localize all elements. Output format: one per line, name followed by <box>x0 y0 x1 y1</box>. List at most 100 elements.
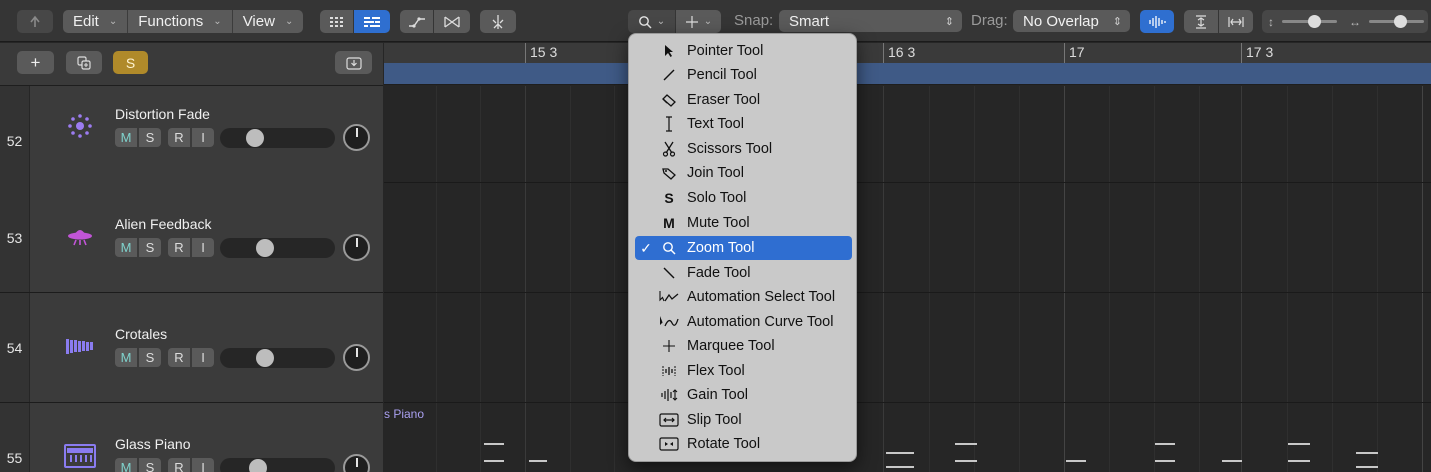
volume-fader[interactable] <box>220 458 335 472</box>
back-arrow-icon[interactable] <box>17 10 53 33</box>
solo-button[interactable]: S <box>139 238 161 257</box>
pan-knob[interactable] <box>343 454 370 472</box>
midi-note[interactable] <box>1356 452 1378 454</box>
solo-button[interactable]: S <box>139 458 161 472</box>
track-name[interactable]: Glass Piano <box>115 436 190 452</box>
track-row[interactable]: 54 Crotales M S R I <box>0 293 383 403</box>
track-number: 53 <box>0 183 30 292</box>
input-monitor-button[interactable]: I <box>192 128 214 147</box>
menu-item-automation-curve-tool[interactable]: Automation Curve Tool <box>635 310 852 334</box>
menu-item-fade-tool[interactable]: Fade Tool <box>635 261 852 285</box>
bar-ruler[interactable]: 15 3 16 3 17 17 3 <box>384 43 1431 63</box>
record-enable-button[interactable]: R <box>168 348 190 367</box>
record-enable-button[interactable]: R <box>168 238 190 257</box>
midi-note[interactable] <box>484 443 504 445</box>
track-name[interactable]: Crotales <box>115 326 167 342</box>
solo-button[interactable]: S <box>139 128 161 147</box>
track-row[interactable]: 55 Glass Piano M S R I <box>0 403 383 472</box>
track-name[interactable]: Distortion Fade <box>115 106 210 122</box>
horizontal-zoom-fit-button[interactable] <box>1219 10 1253 33</box>
menu-item-zoom-tool[interactable]: ✓ Zoom Tool <box>635 236 852 260</box>
vertical-zoom-slider[interactable] <box>1282 15 1337 28</box>
horizontal-zoom-icon: ↔ <box>1349 14 1361 29</box>
automation-button[interactable] <box>400 10 433 33</box>
solo-button[interactable]: S <box>139 348 161 367</box>
midi-note[interactable] <box>1155 443 1175 445</box>
midi-note[interactable] <box>886 466 914 468</box>
catch-content-button[interactable] <box>335 51 372 74</box>
menu-item-marquee-tool[interactable]: Marquee Tool <box>635 334 852 358</box>
duplicate-track-button[interactable] <box>66 51 102 74</box>
menu-item-join-tool[interactable]: Join Tool <box>635 161 852 185</box>
midi-note[interactable] <box>886 452 914 454</box>
cycle-area[interactable] <box>384 63 1431 85</box>
chevron-down-icon: ⌄ <box>656 16 666 27</box>
track-name[interactable]: Alien Feedback <box>115 216 212 232</box>
menu-item-scissors-tool[interactable]: Scissors Tool <box>635 137 852 161</box>
pan-knob[interactable] <box>343 344 370 371</box>
volume-fader[interactable] <box>220 128 335 148</box>
midi-note[interactable] <box>484 460 504 462</box>
menu-item-eraser-tool[interactable]: Eraser Tool <box>635 88 852 112</box>
tracks-area[interactable] <box>384 86 1431 472</box>
vertical-zoom-fit-button[interactable] <box>1184 10 1218 33</box>
fader-knob[interactable] <box>256 239 274 257</box>
midi-note[interactable] <box>1288 443 1310 445</box>
record-enable-button[interactable]: R <box>168 458 190 472</box>
menu-item-flex-tool[interactable]: Flex Tool <box>635 359 852 383</box>
left-click-tool-menu[interactable]: ⌄ <box>628 10 675 33</box>
mute-button[interactable]: M <box>115 128 137 147</box>
record-enable-button[interactable]: R <box>168 128 190 147</box>
track-row[interactable]: 52 Distortion Fade M S R I <box>0 86 383 196</box>
input-monitor-button[interactable]: I <box>192 348 214 367</box>
menu-item-automation-select-tool[interactable]: Automation Select Tool <box>635 285 852 309</box>
waveform-zoom-button[interactable] <box>1140 10 1174 33</box>
midi-note[interactable] <box>1288 460 1310 462</box>
flex-button[interactable] <box>434 10 470 33</box>
snap-popup[interactable]: Smart ⇕ <box>779 10 962 32</box>
menu-item-mute-tool[interactable]: M Mute Tool <box>635 211 852 235</box>
crosshair-icon <box>657 337 681 355</box>
midi-note[interactable] <box>1066 460 1086 462</box>
catch-playhead-button[interactable] <box>480 10 516 33</box>
pan-knob[interactable] <box>343 234 370 261</box>
edit-menu[interactable]: Edit ⌄ <box>63 10 129 33</box>
menu-item-rotate-tool[interactable]: Rotate Tool <box>635 432 852 456</box>
midi-note[interactable] <box>955 460 977 462</box>
eraser-icon <box>657 91 681 109</box>
list-view-button[interactable] <box>354 10 390 33</box>
grid-view-button[interactable] <box>320 10 353 33</box>
menu-item-text-tool[interactable]: Text Tool <box>635 112 852 136</box>
functions-menu[interactable]: Functions ⌄ <box>128 10 233 33</box>
volume-fader[interactable] <box>220 348 335 368</box>
input-monitor-button[interactable]: I <box>192 458 214 472</box>
menu-item-pencil-tool[interactable]: Pencil Tool <box>635 63 852 87</box>
menu-item-solo-tool[interactable]: S Solo Tool <box>635 186 852 210</box>
horizontal-zoom-slider[interactable] <box>1369 15 1424 28</box>
volume-fader[interactable] <box>220 238 335 258</box>
pan-knob[interactable] <box>343 124 370 151</box>
slider-knob[interactable] <box>1308 15 1321 28</box>
view-menu[interactable]: View ⌄ <box>233 10 304 33</box>
mute-button[interactable]: M <box>115 348 137 367</box>
menu-item-pointer-tool[interactable]: Pointer Tool <box>635 39 852 63</box>
track-row[interactable]: 53 Alien Feedback M S R I <box>0 183 383 293</box>
command-click-tool-menu[interactable]: ⌄ <box>676 10 721 33</box>
midi-note[interactable] <box>529 460 547 462</box>
menu-item-gain-tool[interactable]: Gain Tool <box>635 383 852 407</box>
mute-button[interactable]: M <box>115 458 137 472</box>
midi-note[interactable] <box>1222 460 1242 462</box>
fader-knob[interactable] <box>249 459 267 472</box>
new-track-button[interactable]: + <box>17 51 54 74</box>
menu-item-slip-tool[interactable]: Slip Tool <box>635 408 852 432</box>
fader-knob[interactable] <box>256 349 274 367</box>
mute-button[interactable]: M <box>115 238 137 257</box>
input-monitor-button[interactable]: I <box>192 238 214 257</box>
slider-knob[interactable] <box>1394 15 1407 28</box>
midi-note[interactable] <box>1356 466 1378 468</box>
global-solo-button[interactable]: S <box>113 51 148 74</box>
drag-popup[interactable]: No Overlap ⇕ <box>1013 10 1130 32</box>
midi-note[interactable] <box>1155 460 1175 462</box>
fader-knob[interactable] <box>246 129 264 147</box>
midi-note[interactable] <box>955 443 977 445</box>
